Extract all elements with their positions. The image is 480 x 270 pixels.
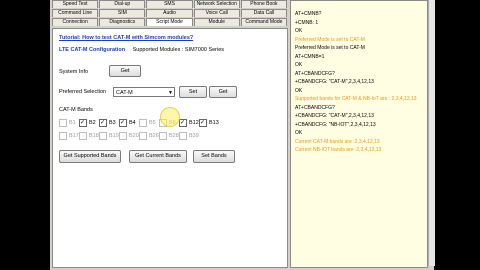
tab-diagnostics[interactable]: Diagnostics: [99, 18, 146, 26]
band-label: B2: [89, 120, 96, 126]
band-checkbox[interactable]: B19: [99, 132, 119, 140]
console-line: OK: [295, 62, 303, 68]
checkbox-icon: ✓: [199, 119, 207, 127]
band-checkbox[interactable]: B20: [119, 132, 139, 140]
band-checkbox[interactable]: B1: [59, 119, 76, 127]
checkbox-icon: ✓: [99, 119, 107, 127]
console-line: +CBANDCFG: "CAT-M",2,3,4,12,13: [295, 113, 374, 119]
panel-title-text: LTE CAT-M Configuration: [59, 47, 126, 53]
tab-bar: Speed Test Dial-up SMS Network Selection…: [52, 0, 288, 27]
band-checkbox[interactable]: ✓ B2: [79, 119, 96, 127]
preferred-selection-dropdown[interactable]: CAT-M ▼: [113, 87, 175, 97]
system-info-get-button[interactable]: Get: [109, 65, 141, 77]
band-checkbox[interactable]: ✓ B3: [99, 119, 116, 127]
checkbox-icon: [119, 132, 127, 140]
supported-modules: Supported Modules : SIM7000 Series: [132, 47, 225, 53]
band-label: B18: [89, 133, 99, 139]
console-line: Preferred Mode is set to CAT-M: [295, 36, 365, 43]
console-line: +CMNB: 1: [295, 19, 319, 26]
preferred-selection-label: Preferred Selection: [59, 89, 107, 95]
tab-row-3: Connection Diagnostics Script Mode Modul…: [52, 18, 288, 26]
console-line: Current NB-IOT bands are :2,3,4,12,13: [295, 147, 382, 153]
console-scrollbar[interactable]: [428, 0, 435, 266]
console-line: AT+CBANDCFG?: [295, 104, 335, 111]
chevron-down-icon: ▼: [168, 90, 173, 96]
checkbox-icon: [79, 132, 87, 140]
tab-sim[interactable]: SIM: [99, 9, 146, 17]
tab-row-1: Speed Test Dial-up SMS Network Selection…: [52, 0, 288, 8]
checkbox-icon: ✓: [119, 119, 127, 127]
set-bands-button[interactable]: Set Bands: [193, 150, 235, 163]
band-checkbox[interactable]: B39: [179, 132, 199, 140]
checkbox-icon: [99, 132, 107, 140]
tab-row-2: Command Line SIM Audio Voice Call Data C…: [52, 9, 288, 17]
tab-sms[interactable]: SMS: [146, 0, 193, 8]
preferred-set-button[interactable]: Set: [179, 86, 207, 98]
tab-dial-up[interactable]: Dial-up: [99, 0, 146, 8]
band-label: B19: [109, 133, 119, 139]
console-line: +CBANDCFG: "CAT-M",2,3,4,12,13: [295, 79, 374, 85]
preferred-get-button[interactable]: Get: [209, 86, 237, 98]
console-line: Current CAT-M bands are :2,3,4,12,13: [295, 138, 380, 145]
checkbox-icon: [159, 132, 167, 140]
tab-module[interactable]: Module: [193, 18, 240, 26]
tab-data-call[interactable]: Data Call: [240, 9, 288, 17]
checkbox-icon: [139, 119, 147, 127]
console-line: Supported bands for CAT-M & NB-IoT are :…: [295, 96, 417, 102]
checkbox-icon: ✓: [179, 119, 187, 127]
band-label: B5: [149, 120, 156, 126]
panel-title: LTE CAT-M Configuration Supported Module…: [59, 47, 224, 53]
band-label: B12: [189, 120, 199, 126]
checkbox-icon: [179, 132, 187, 140]
console-line: AT+CMNB=1: [295, 53, 325, 60]
tab-command-mode[interactable]: Command Mode: [240, 18, 288, 26]
band-label: B4: [129, 120, 136, 126]
band-checkbox[interactable]: ✓ B12: [179, 119, 199, 127]
console-line: OK: [295, 87, 303, 94]
band-label: B26: [149, 133, 159, 139]
band-checkbox[interactable]: B28: [159, 132, 179, 140]
checkbox-icon: [59, 132, 67, 140]
tab-phone-book[interactable]: Phone Book: [240, 0, 288, 8]
tab-voice-call[interactable]: Voice Call: [193, 9, 240, 17]
tab-network-selection[interactable]: Network Selection: [193, 0, 240, 8]
system-info-label: System Info: [59, 69, 89, 75]
band-label: B13: [209, 120, 219, 126]
mouse-highlight: [160, 107, 180, 127]
app-window: Speed Test Dial-up SMS Network Selection…: [50, 0, 435, 270]
cat-m-panel: Tutorial: How to test CAT-M with Simcom …: [52, 28, 288, 268]
band-label: B3: [109, 120, 116, 126]
cat-m-bands-label: CAT-M Bands: [59, 107, 93, 113]
checkbox-icon: [139, 132, 147, 140]
band-label: B20: [129, 133, 139, 139]
band-checkbox[interactable]: ✓ B13: [199, 119, 219, 127]
tutorial-link[interactable]: Tutorial: How to test CAT-M with Simcom …: [59, 35, 193, 41]
console-line: AT+CBANDCFG?: [295, 70, 335, 77]
console-line: +CBANDCFG: "NB-IOT",2,3,4,12,13: [295, 121, 376, 128]
band-checkbox[interactable]: ✓ B4: [119, 119, 136, 127]
band-checkbox[interactable]: B18: [79, 132, 99, 140]
output-console[interactable]: AT+CMNB? +CMNB: 1 OK Preferred Mode is set …: [290, 0, 428, 268]
checkbox-icon: ✓: [79, 119, 87, 127]
console-line: OK: [295, 28, 303, 34]
console-line: Preferred Mode is set to CAT-M: [295, 45, 365, 51]
band-label: B39: [189, 133, 199, 139]
band-label: B28: [169, 133, 179, 139]
tab-connection[interactable]: Connection: [52, 18, 99, 26]
tab-speed-test[interactable]: Speed Test: [52, 0, 99, 8]
get-current-bands-button[interactable]: Get Current Bands: [129, 150, 187, 163]
tab-command-line[interactable]: Command Line: [52, 9, 99, 17]
band-label: B17: [69, 133, 79, 139]
console-line: AT+CMNB?: [295, 11, 322, 17]
get-supported-bands-button[interactable]: Get Supported Bands: [59, 150, 121, 163]
preferred-selection-value: CAT-M: [116, 90, 133, 96]
tab-audio[interactable]: Audio: [146, 9, 193, 17]
tab-script-mode[interactable]: Script Mode: [146, 18, 193, 26]
band-checkbox[interactable]: B17: [59, 132, 79, 140]
checkbox-icon: [59, 119, 67, 127]
band-checkbox[interactable]: B26: [139, 132, 159, 140]
console-line: OK: [295, 130, 303, 136]
band-label: B1: [69, 120, 76, 126]
band-checkbox[interactable]: B5: [139, 119, 156, 127]
